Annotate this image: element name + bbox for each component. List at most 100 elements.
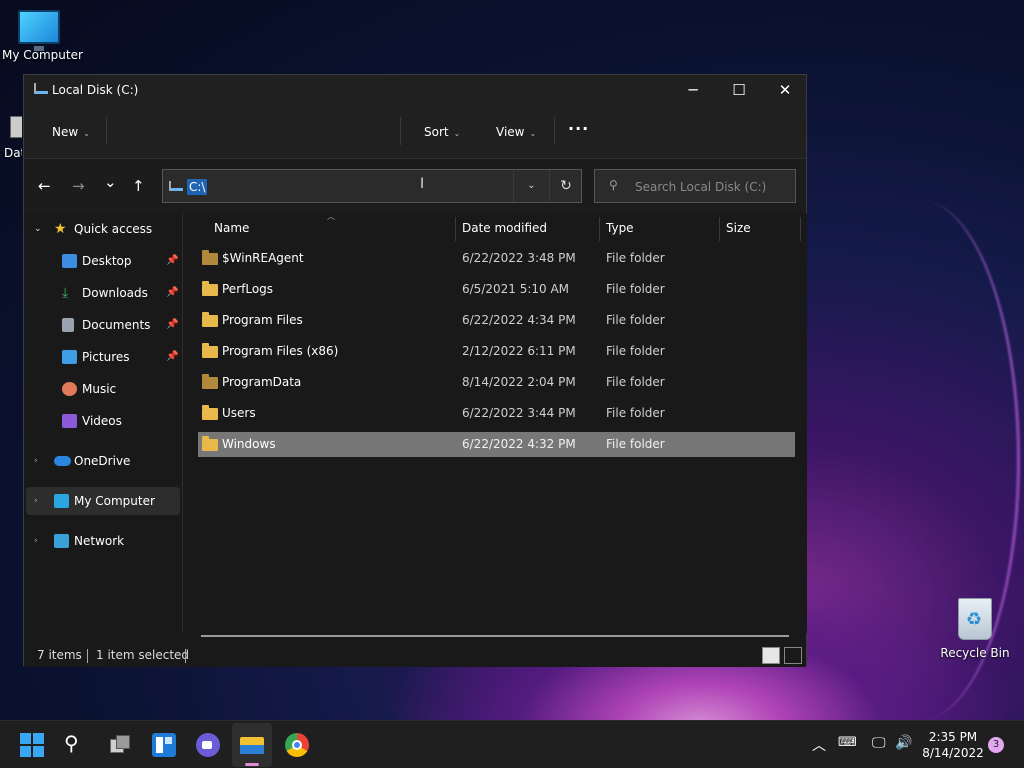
sidebar-item-videos[interactable]: Videos — [24, 407, 182, 435]
show-hidden-icons-chevron-up-icon[interactable]: ︿ — [812, 735, 826, 755]
new-button-label: New — [52, 125, 79, 139]
file-date: 6/22/2022 3:44 PM — [462, 406, 576, 420]
desktop-icon-recycle-bin[interactable]: ♻ Recycle Bin — [940, 598, 1010, 660]
close-button[interactable]: ✕ — [762, 75, 808, 105]
file-explorer-icon[interactable] — [240, 733, 264, 757]
search-icon[interactable]: ⚲ — [64, 731, 88, 755]
divider — [554, 117, 555, 145]
volume-icon[interactable]: 🔊 — [895, 735, 912, 751]
sidebar-item-label: Downloads — [82, 286, 148, 300]
chevron-down-icon: ⌄ — [529, 129, 537, 138]
sort-button-label: Sort — [424, 125, 449, 139]
file-row[interactable]: Program Files 6/22/2022 4:34 PM File fol… — [198, 308, 795, 333]
column-header-name[interactable]: Name — [214, 213, 249, 243]
file-row[interactable]: $WinREAgent 6/22/2022 3:48 PM File folde… — [198, 246, 795, 271]
desktop-icon-partial[interactable]: Dat — [0, 116, 22, 160]
file-date: 6/22/2022 4:34 PM — [462, 313, 576, 327]
more-options-button[interactable]: ··· — [568, 119, 589, 138]
maximize-button[interactable]: ☐ — [716, 75, 762, 105]
chrome-icon[interactable] — [285, 733, 309, 757]
item-count: 7 items — [37, 648, 82, 662]
file-row-selected[interactable]: Windows 6/22/2022 4:32 PM File folder — [198, 432, 795, 457]
file-explorer-window: Local Disk (C:) ─ ☐ ✕ New ⌄ Sort ⌄ View ⌄ ·… — [23, 74, 807, 667]
sidebar-item-onedrive[interactable]: › OneDrive — [24, 447, 182, 475]
start-tile — [20, 733, 31, 744]
desktop-icon-label: Recycle Bin — [940, 646, 1010, 660]
column-divider[interactable] — [599, 217, 600, 241]
widgets-icon[interactable] — [152, 733, 176, 757]
file-row[interactable]: ProgramData 8/14/2022 2:04 PM File folde… — [198, 370, 795, 395]
network-status-icon[interactable]: 🖵 — [872, 735, 886, 751]
keyboard-icon[interactable]: ⌨ — [838, 735, 857, 750]
search-placeholder[interactable]: Search Local Disk (C:) — [635, 180, 766, 194]
divider — [400, 117, 401, 145]
column-divider[interactable] — [455, 217, 456, 241]
up-button[interactable]: ↑ — [132, 177, 145, 195]
title-bar[interactable]: Local Disk (C:) ─ ☐ ✕ — [24, 75, 806, 105]
status-divider — [87, 649, 88, 663]
desktop-icon-my-computer[interactable]: My Computer — [2, 10, 83, 62]
recent-locations-button[interactable]: ⌄ — [104, 173, 117, 191]
file-name: PerfLogs — [222, 282, 274, 296]
column-header-type[interactable]: Type — [606, 213, 634, 243]
sidebar-item-quick-access[interactable]: ⌄ ★ Quick access — [24, 215, 182, 243]
sidebar-item-label: Desktop — [82, 254, 132, 268]
column-divider[interactable] — [800, 217, 801, 241]
sidebar-item-documents[interactable]: Documents 📌 — [24, 311, 182, 339]
sidebar-item-downloads[interactable]: ⤓ Downloads 📌 — [24, 279, 182, 307]
chat-icon[interactable] — [196, 733, 220, 757]
address-path[interactable]: C:\ — [187, 179, 208, 195]
status-bar: 7 items 1 item selected — [24, 645, 806, 667]
file-date: 8/14/2022 2:04 PM — [462, 375, 576, 389]
pin-icon: 📌 — [166, 287, 179, 298]
notification-badge[interactable]: 3 — [988, 737, 1004, 753]
file-icon — [10, 116, 22, 138]
sidebar-item-music[interactable]: Music — [24, 375, 182, 403]
column-header-date-modified[interactable]: Date modified — [462, 213, 547, 243]
sort-button[interactable]: Sort ⌄ — [424, 125, 460, 139]
start-icon[interactable] — [20, 733, 44, 757]
sidebar-item-desktop[interactable]: Desktop 📌 — [24, 247, 182, 275]
desktop-icon-label: Dat — [4, 146, 22, 160]
sidebar-item-my-computer[interactable]: › My Computer — [26, 487, 180, 515]
file-date: 2/12/2022 6:11 PM — [462, 344, 576, 358]
text-cursor-icon: I — [420, 176, 425, 192]
selection-count: 1 item selected — [96, 648, 190, 662]
file-name: $WinREAgent — [222, 251, 304, 265]
sidebar-item-network[interactable]: › Network — [24, 527, 182, 555]
file-type: File folder — [606, 251, 665, 265]
folder-icon — [202, 436, 218, 451]
sidebar-item-pictures[interactable]: Pictures 📌 — [24, 343, 182, 371]
folder-icon — [202, 374, 218, 389]
forward-button[interactable]: → — [72, 177, 85, 195]
computer-icon — [54, 494, 69, 508]
start-tile — [33, 733, 44, 744]
file-date: 6/22/2022 4:32 PM — [462, 437, 576, 451]
file-row[interactable]: Users 6/22/2022 3:44 PM File folder — [198, 401, 795, 426]
address-bar[interactable]: C:\ I ⌄ ↻ — [162, 169, 582, 203]
taskbar: ⚲ ︿ ⌨ 🖵 🔊 2:35 PM 8/14/2022 3 — [0, 720, 1024, 768]
column-divider[interactable] — [719, 217, 720, 241]
start-tile — [20, 746, 31, 757]
folder-icon — [202, 312, 218, 327]
folder-icon — [202, 281, 218, 296]
column-header-size[interactable]: Size — [726, 213, 751, 243]
file-type: File folder — [606, 313, 665, 327]
task-view-icon[interactable] — [108, 733, 132, 757]
large-icons-view-button[interactable] — [784, 647, 802, 664]
file-row[interactable]: PerfLogs 6/5/2021 5:10 AM File folder — [198, 277, 795, 302]
refresh-button[interactable]: ↻ — [549, 170, 582, 202]
horizontal-scrollbar[interactable] — [201, 635, 789, 637]
file-row[interactable]: Program Files (x86) 2/12/2022 6:11 PM Fi… — [198, 339, 795, 364]
search-box[interactable]: ⚲ Search Local Disk (C:) — [594, 169, 796, 203]
view-button[interactable]: View ⌄ — [496, 125, 536, 139]
address-dropdown-button[interactable]: ⌄ — [513, 170, 549, 202]
details-view-button[interactable] — [762, 647, 780, 664]
minimize-button[interactable]: ─ — [670, 75, 716, 105]
sidebar-item-label: Network — [74, 534, 125, 548]
clock[interactable]: 2:35 PM 8/14/2022 — [920, 729, 986, 761]
back-button[interactable]: ← — [38, 177, 51, 195]
divider — [106, 117, 107, 145]
new-button[interactable]: New ⌄ — [52, 125, 90, 139]
chevron-right-icon: › — [34, 456, 38, 466]
